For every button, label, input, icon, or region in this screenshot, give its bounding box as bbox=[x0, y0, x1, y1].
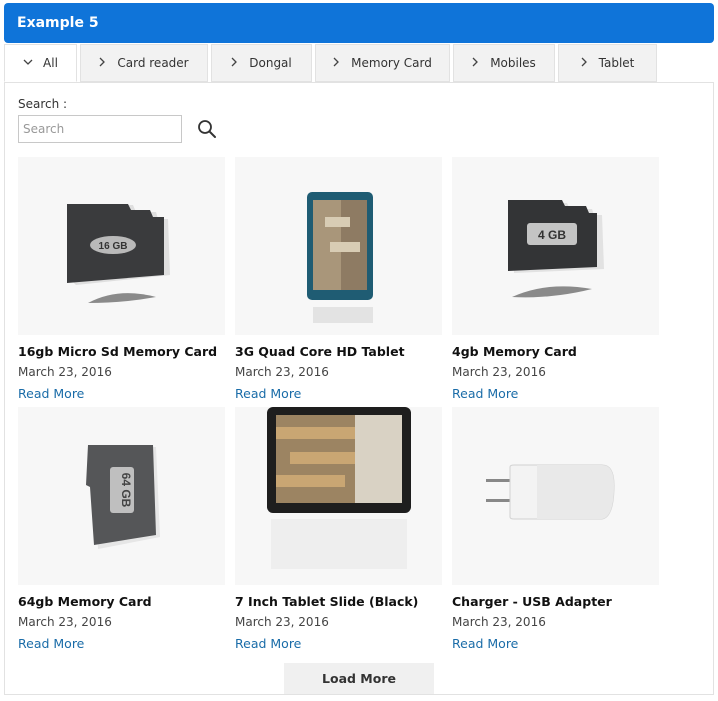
product-date: March 23, 2016 bbox=[235, 615, 329, 629]
read-more-link[interactable]: Read More bbox=[235, 636, 301, 651]
tab-label: Tablet bbox=[598, 56, 635, 70]
tab-label: All bbox=[43, 56, 58, 70]
read-more-link[interactable]: Read More bbox=[452, 386, 518, 401]
filter-tabs: All Card reader Dongal Memory Card Mobil… bbox=[4, 44, 660, 82]
svg-text:16 GB: 16 GB bbox=[99, 241, 128, 252]
product-date: March 23, 2016 bbox=[452, 365, 546, 379]
product-date: March 23, 2016 bbox=[18, 365, 112, 379]
product-title: 3G Quad Core HD Tablet bbox=[235, 344, 405, 359]
search-label: Search : bbox=[18, 97, 68, 111]
product-image-tablet[interactable] bbox=[235, 157, 442, 335]
search-input[interactable] bbox=[18, 115, 182, 143]
product-title: 16gb Micro Sd Memory Card bbox=[18, 344, 218, 359]
chevron-right-icon bbox=[333, 56, 340, 70]
product-date: March 23, 2016 bbox=[452, 615, 546, 629]
read-more-link[interactable]: Read More bbox=[452, 636, 518, 651]
tab-dongal[interactable]: Dongal bbox=[211, 44, 312, 82]
tab-card-reader[interactable]: Card reader bbox=[80, 44, 208, 82]
tab-label: Memory Card bbox=[351, 56, 432, 70]
svg-text:64 GB: 64 GB bbox=[119, 473, 133, 508]
product-date: March 23, 2016 bbox=[18, 615, 112, 629]
product-title: 7 Inch Tablet Slide (Black) bbox=[235, 594, 419, 609]
page-title: Example 5 bbox=[17, 15, 99, 31]
product-image-sd-card[interactable]: 16 GB bbox=[18, 157, 225, 335]
product-card: 4 GB 4gb Memory Card March 23, 2016 Read… bbox=[452, 157, 659, 402]
chevron-right-icon bbox=[472, 56, 479, 70]
product-image-sd-card[interactable]: 4 GB bbox=[452, 157, 659, 335]
tab-mobiles[interactable]: Mobiles bbox=[453, 44, 555, 82]
product-date: March 23, 2016 bbox=[235, 365, 329, 379]
chevron-right-icon bbox=[231, 56, 238, 70]
product-image-tablet[interactable] bbox=[235, 407, 442, 585]
product-image-usb-charger[interactable] bbox=[452, 407, 659, 585]
product-card: 7 Inch Tablet Slide (Black) March 23, 20… bbox=[235, 407, 442, 652]
chevron-down-icon bbox=[23, 55, 33, 69]
product-image-sd-card[interactable]: 64 GB bbox=[18, 407, 225, 585]
tab-label: Dongal bbox=[249, 56, 292, 70]
search-icon[interactable] bbox=[197, 119, 217, 139]
product-title: Charger - USB Adapter bbox=[452, 594, 612, 609]
tab-memory-card[interactable]: Memory Card bbox=[315, 44, 450, 82]
svg-text:4 GB: 4 GB bbox=[538, 228, 566, 242]
product-panel: Search : 16 GB 16gb Micro Sd Memory Card… bbox=[4, 82, 714, 695]
read-more-link[interactable]: Read More bbox=[18, 636, 84, 651]
product-card: 64 GB 64gb Memory Card March 23, 2016 Re… bbox=[18, 407, 225, 652]
product-card: Charger - USB Adapter March 23, 2016 Rea… bbox=[452, 407, 659, 652]
load-more-button[interactable]: Load More bbox=[284, 663, 434, 694]
chevron-right-icon bbox=[99, 56, 106, 70]
product-title: 4gb Memory Card bbox=[452, 344, 577, 359]
tab-tablet[interactable]: Tablet bbox=[558, 44, 657, 82]
product-card: 16 GB 16gb Micro Sd Memory Card March 23… bbox=[18, 157, 225, 402]
tab-label: Mobiles bbox=[490, 56, 536, 70]
chevron-right-icon bbox=[581, 56, 587, 70]
product-card: 3G Quad Core HD Tablet March 23, 2016 Re… bbox=[235, 157, 442, 402]
tab-label: Card reader bbox=[117, 56, 189, 70]
page-header: Example 5 bbox=[4, 3, 714, 43]
read-more-link[interactable]: Read More bbox=[18, 386, 84, 401]
tab-all[interactable]: All bbox=[4, 44, 77, 82]
read-more-link[interactable]: Read More bbox=[235, 386, 301, 401]
product-title: 64gb Memory Card bbox=[18, 594, 152, 609]
